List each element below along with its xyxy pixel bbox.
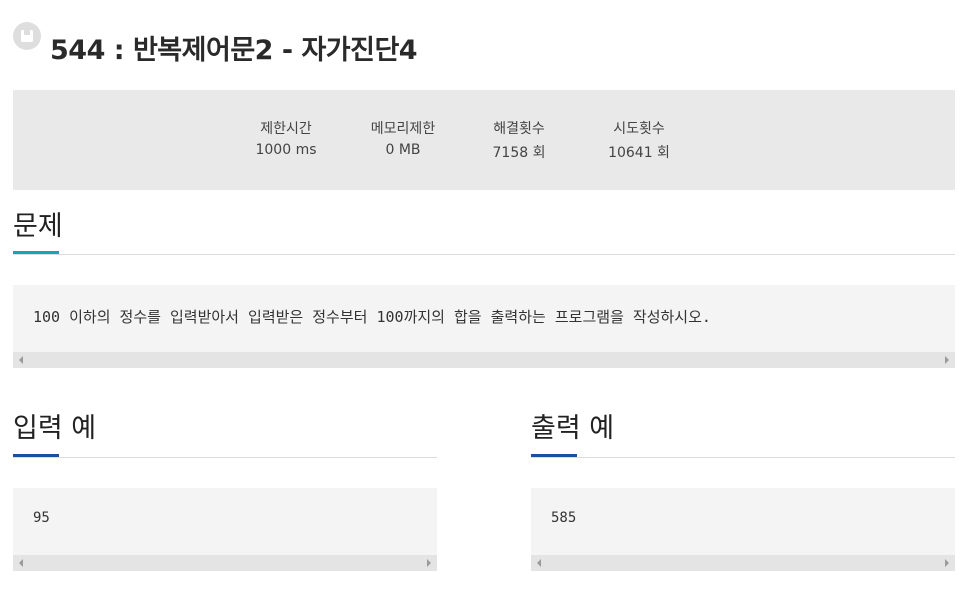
scroll-left-icon[interactable] bbox=[19, 356, 23, 364]
scroll-left-icon[interactable] bbox=[537, 559, 541, 567]
input-heading-underline bbox=[13, 454, 59, 457]
bookmark-icon[interactable] bbox=[13, 22, 41, 50]
divider bbox=[13, 254, 955, 255]
scroll-right-icon[interactable] bbox=[945, 356, 949, 364]
input-example-box: 95 bbox=[13, 488, 437, 571]
problem-heading: 문제 bbox=[13, 211, 63, 242]
horizontal-scrollbar[interactable] bbox=[13, 352, 955, 368]
problem-stats: 제한시간 1000 ms 메모리제한 0 MB 해결횟수 7158 회 시도횟수… bbox=[13, 90, 955, 190]
problem-description-box: 100 이하의 정수를 입력받아서 입력받은 정수부터 100까지의 합을 출력… bbox=[13, 285, 955, 368]
scroll-right-icon[interactable] bbox=[945, 559, 949, 567]
output-example-text: 585 bbox=[551, 510, 577, 526]
horizontal-scrollbar[interactable] bbox=[531, 555, 955, 571]
output-example-box: 585 bbox=[531, 488, 955, 571]
stat-value: 0 MB bbox=[385, 142, 421, 158]
stat-label: 해결횟수 bbox=[493, 121, 545, 137]
output-example-heading: 출력 예 bbox=[531, 413, 615, 444]
divider bbox=[531, 457, 955, 458]
problem-description: 100 이하의 정수를 입력받아서 입력받은 정수부터 100까지의 합을 출력… bbox=[33, 308, 711, 326]
divider bbox=[13, 457, 437, 458]
stat-solved-count: 해결횟수 7158 회 bbox=[469, 118, 569, 162]
stat-time-limit: 제한시간 1000 ms bbox=[236, 118, 336, 158]
stat-value: 10641 회 bbox=[608, 145, 670, 161]
problem-heading-underline bbox=[13, 251, 59, 254]
stat-memory-limit: 메모리제한 0 MB bbox=[353, 118, 453, 158]
stat-value: 1000 ms bbox=[255, 142, 317, 158]
scroll-left-icon[interactable] bbox=[19, 559, 23, 567]
page-header: 544 : 반복제어문2 - 자가진단4 bbox=[13, 22, 953, 68]
stat-label: 시도횟수 bbox=[613, 121, 665, 137]
page-title: 544 : 반복제어문2 - 자가진단4 bbox=[50, 35, 418, 66]
input-example-text: 95 bbox=[33, 510, 50, 526]
stat-value: 7158 회 bbox=[492, 145, 546, 161]
stat-label: 제한시간 bbox=[260, 121, 312, 137]
horizontal-scrollbar[interactable] bbox=[13, 555, 437, 571]
scroll-right-icon[interactable] bbox=[427, 559, 431, 567]
stat-attempt-count: 시도횟수 10641 회 bbox=[589, 118, 689, 162]
stat-label: 메모리제한 bbox=[370, 121, 436, 137]
input-example-heading: 입력 예 bbox=[13, 413, 97, 444]
output-heading-underline bbox=[531, 454, 577, 457]
